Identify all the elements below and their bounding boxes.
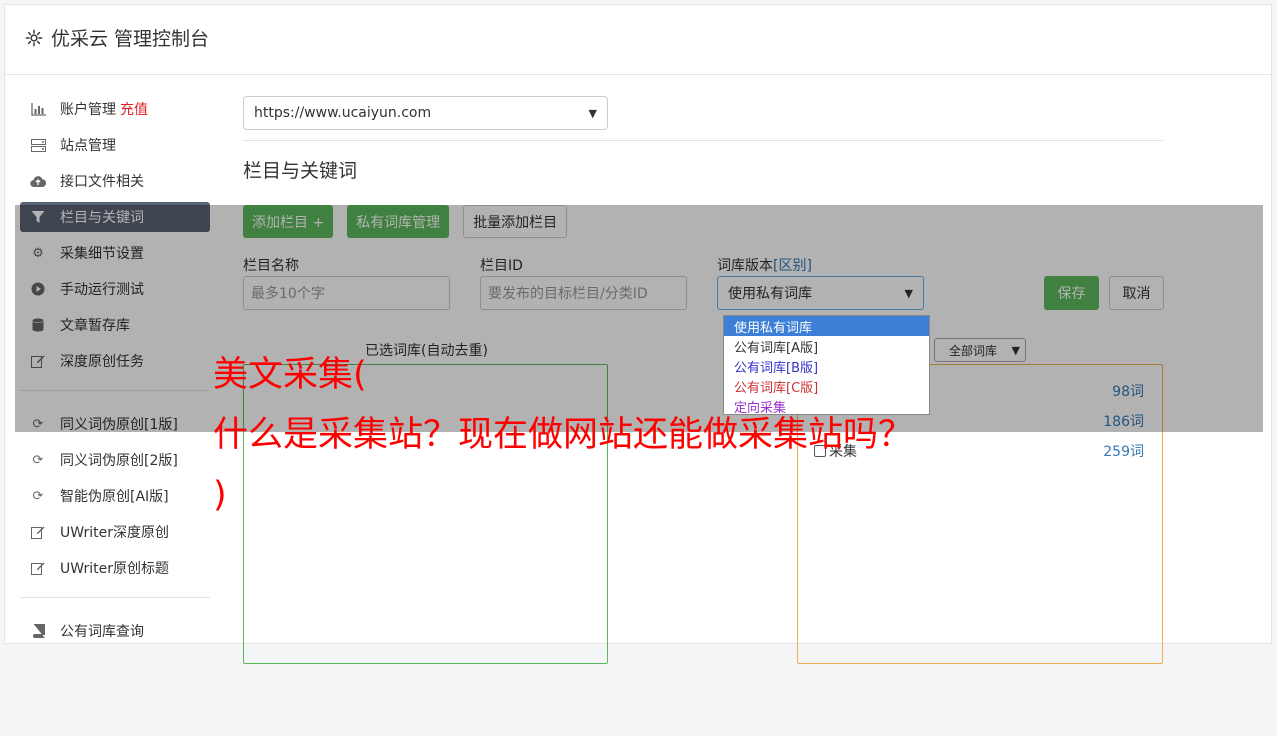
sidebar-item-collect-settings[interactable]: ⚙ 采集细节设置 xyxy=(20,238,210,268)
overlay-line-2: 什么是采集站？现在做网站还能做采集站吗？ xyxy=(213,415,914,455)
batch-add-button[interactable]: 批量添加栏目 xyxy=(463,205,568,238)
sidebar-divider xyxy=(20,390,210,391)
lib-version-select[interactable]: 使用私有词库 ▼ xyxy=(717,276,924,310)
cancel-button[interactable]: 取消 xyxy=(1109,276,1164,310)
sidebar-item-label: 智能伪原创[AI版] xyxy=(60,489,169,505)
play-circle-icon xyxy=(30,281,46,297)
refresh-icon: ⟳ xyxy=(32,488,44,504)
sidebar-item-account[interactable]: 账户管理 充值 xyxy=(20,94,210,124)
sidebar-item-manual-run[interactable]: 手动运行测试 xyxy=(20,274,210,304)
sidebar-item-label: 接口文件相关 xyxy=(60,174,144,190)
edit-icon xyxy=(30,353,46,369)
sidebar-item-public-lib[interactable]: 公有词库查询 xyxy=(20,616,210,646)
column-form: 栏目名称 最多10个字 栏目ID 要发布的目标栏目/分类ID 词库版本[区别] … xyxy=(243,255,1164,310)
form-actions: 保存 取消 xyxy=(1044,276,1164,310)
lib-version-label-text: 词库版本 xyxy=(717,258,773,274)
column-name-group: 栏目名称 最多10个字 xyxy=(243,255,450,310)
refresh-icon: ⟳ xyxy=(32,416,44,432)
sidebar-item-label: 深度原创任务 xyxy=(60,354,144,370)
sidebar-item-label: 同义词伪原创[2版] xyxy=(60,453,178,469)
sidebar-item-interface[interactable]: 接口文件相关 xyxy=(20,166,210,196)
sidebar-item-label: 栏目与关键词 xyxy=(60,210,144,226)
sidebar-item-sites[interactable]: 站点管理 xyxy=(20,130,210,160)
lib-version-label: 词库版本[区别] xyxy=(717,255,924,274)
sidebar-item-label: 手动运行测试 xyxy=(60,282,144,298)
lib-version-group: 词库版本[区别] 使用私有词库 ▼ xyxy=(717,255,924,310)
filter-icon xyxy=(30,209,46,225)
cogs-icon: ⚙ xyxy=(32,245,44,261)
site-select-value: https://www.ucaiyun.com xyxy=(254,105,432,121)
header-title: 优采云 管理控制台 xyxy=(25,24,209,51)
overlay-line-1: 美文采集( xyxy=(213,355,367,395)
save-button[interactable]: 保存 xyxy=(1044,276,1099,310)
overlay-line-3: ) xyxy=(213,475,227,515)
sidebar-item-label: 账户管理 xyxy=(60,102,116,118)
sidebar: 账户管理 充值 站点管理 接口文件相关 栏目与关键词 ⚙ 采集细节设置 手动运行… xyxy=(20,94,210,652)
bar-chart-icon xyxy=(30,101,46,117)
column-id-group: 栏目ID 要发布的目标栏目/分类ID xyxy=(480,255,687,310)
gear-icon xyxy=(25,29,43,46)
sidebar-divider xyxy=(20,597,210,598)
sidebar-item-deep-original[interactable]: 深度原创任务 xyxy=(20,346,210,376)
overlay-title: 美文采集( 什么是采集站？现在做网站还能做采集站吗？ ) xyxy=(213,345,1093,525)
edit-icon xyxy=(30,524,46,540)
sidebar-item-label: 文章暂存库 xyxy=(60,318,130,334)
lib-version-value: 使用私有词库 xyxy=(728,286,812,302)
sidebar-item-label: 公有词库查询 xyxy=(60,624,144,640)
sidebar-item-columns[interactable]: 栏目与关键词 xyxy=(20,202,210,232)
sidebar-item-ai-rewrite[interactable]: ⟳ 智能伪原创[AI版] xyxy=(20,481,210,511)
edit-icon xyxy=(30,560,46,576)
sidebar-item-label: 站点管理 xyxy=(60,138,116,154)
header: 优采云 管理控制台 xyxy=(5,5,1271,75)
column-name-input[interactable]: 最多10个字 xyxy=(243,276,450,310)
private-lib-button[interactable]: 私有词库管理 xyxy=(347,205,450,238)
recharge-link[interactable]: 充值 xyxy=(120,99,148,119)
dropdown-option-private[interactable]: 使用私有词库 xyxy=(724,316,929,336)
lib-count: 98词 xyxy=(1112,384,1144,400)
sidebar-item-synonym-v1[interactable]: ⟳ 同义词伪原创[1版] xyxy=(20,409,210,439)
sidebar-item-synonym-v2[interactable]: ⟳ 同义词伪原创[2版] xyxy=(20,445,210,475)
column-name-label: 栏目名称 xyxy=(243,258,299,274)
add-column-button[interactable]: 添加栏目 + xyxy=(243,205,334,238)
toolbar: 添加栏目 + 私有词库管理 批量添加栏目 xyxy=(243,205,1163,238)
site-select[interactable]: https://www.ucaiyun.com ▼ xyxy=(243,96,608,130)
lib-count: 186词 xyxy=(1103,414,1144,430)
column-id-label: 栏目ID xyxy=(480,258,523,274)
chevron-down-icon: ▼ xyxy=(588,106,597,120)
divider xyxy=(243,140,1163,141)
lib-count: 259词 xyxy=(1103,444,1144,460)
chevron-down-icon: ▼ xyxy=(904,286,913,300)
cloud-upload-icon xyxy=(30,173,46,189)
sidebar-item-label: UWriter深度原创 xyxy=(60,525,169,541)
sidebar-item-label: 同义词伪原创[1版] xyxy=(60,417,178,433)
sidebar-item-article-store[interactable]: 文章暂存库 xyxy=(20,310,210,340)
sidebar-item-uwriter-title[interactable]: UWriter原创标题 xyxy=(20,553,210,583)
book-icon xyxy=(30,623,46,639)
sidebar-item-uwriter-original[interactable]: UWriter深度原创 xyxy=(20,517,210,547)
server-icon xyxy=(30,137,46,153)
sidebar-item-label: 采集细节设置 xyxy=(60,246,144,262)
column-id-input[interactable]: 要发布的目标栏目/分类ID xyxy=(480,276,687,310)
refresh-icon: ⟳ xyxy=(32,452,44,468)
database-icon xyxy=(30,317,46,333)
section-title: 栏目与关键词 xyxy=(243,160,358,182)
sidebar-item-label: UWriter原创标题 xyxy=(60,561,169,577)
main-content: https://www.ucaiyun.com ▼ 栏目与关键词 添加栏目 + … xyxy=(243,96,1164,664)
difference-link[interactable]: [区别] xyxy=(773,258,812,274)
page-title: 优采云 管理控制台 xyxy=(51,28,210,50)
